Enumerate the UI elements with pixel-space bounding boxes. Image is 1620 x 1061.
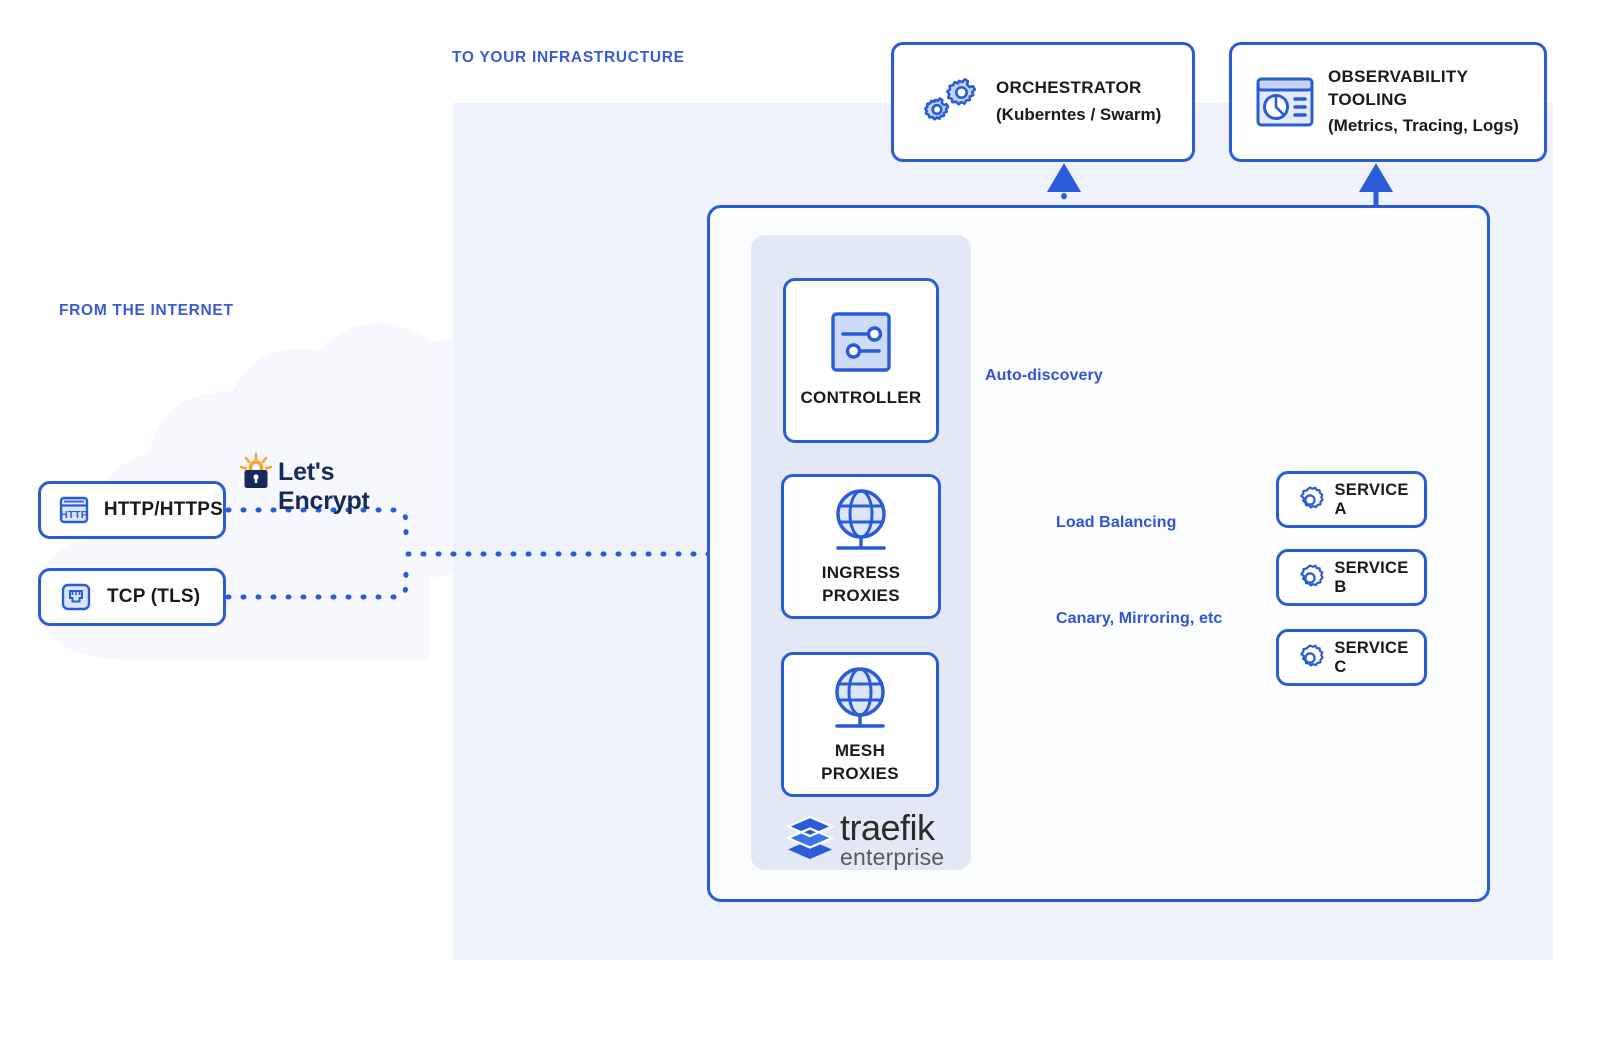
label-canary-mirroring: Canary, Mirroring, etc <box>1056 610 1223 627</box>
globe-icon <box>825 486 897 556</box>
label-to-your-infrastructure: TO YOUR INFRASTRUCTURE <box>452 49 685 66</box>
diagram-canvas: FROM THE INTERNET TO YOUR INFRASTRUCTURE… <box>0 0 1620 1061</box>
service-label: SERVICE A <box>1334 480 1409 518</box>
service-label: SERVICE C <box>1334 638 1409 676</box>
mesh-label-line1: MESH <box>834 740 886 760</box>
http-icon: HTTP <box>53 493 96 527</box>
label-auto-discovery: Auto-discovery <box>985 367 1103 384</box>
lets-encrypt-label: Let's Encrypt <box>278 458 370 515</box>
protocol-box-http[interactable]: HTTP HTTP/HTTPS <box>38 481 226 539</box>
traefik-edition: enterprise <box>840 844 945 870</box>
node-service-a[interactable]: SERVICE A <box>1276 471 1427 528</box>
controller-label: CONTROLLER <box>800 388 922 408</box>
orchestrator-title: ORCHESTRATOR <box>996 78 1142 98</box>
observability-title-line2: TOOLING <box>1328 89 1408 109</box>
observability-title: OBSERVABILITY <box>1328 66 1469 86</box>
node-controller[interactable]: CONTROLLER <box>783 278 939 443</box>
protocol-box-tcp[interactable]: TCP (TLS) <box>38 568 226 626</box>
mesh-label-line2: PROXIES <box>821 763 899 783</box>
sliders-icon <box>830 311 892 373</box>
node-orchestrator[interactable]: ORCHESTRATOR (Kuberntes / Swarm) <box>891 42 1195 162</box>
label-load-balancing: Load Balancing <box>1056 514 1177 531</box>
edge-tcp-to-ingress <box>225 559 409 600</box>
node-observability-tooling[interactable]: OBSERVABILITY TOOLING (Metrics, Tracing,… <box>1229 42 1547 162</box>
observability-subtitle: (Metrics, Tracing, Logs) <box>1328 116 1519 136</box>
dashboard-chart-icon <box>1250 73 1320 131</box>
gear-icon <box>1291 563 1328 593</box>
protocol-label: TCP (TLS) <box>107 586 201 607</box>
node-ingress-proxies[interactable]: INGRESS PROXIES <box>781 474 941 619</box>
ethernet-port-icon <box>53 580 99 614</box>
lets-encrypt-padlock-icon <box>239 452 273 488</box>
traefik-enterprise-logo: traefik enterprise <box>782 807 972 870</box>
gears-icon <box>914 73 986 131</box>
ingress-label-line2: PROXIES <box>822 585 900 605</box>
gear-icon <box>1291 643 1328 673</box>
protocol-label: HTTP/HTTPS <box>103 499 223 520</box>
node-mesh-proxies[interactable]: MESH PROXIES <box>781 652 939 797</box>
service-label: SERVICE B <box>1334 558 1409 596</box>
label-from-the-internet: FROM THE INTERNET <box>59 302 234 319</box>
svg-text:HTTP: HTTP <box>61 509 88 521</box>
traefik-wordmark: traefik <box>840 807 935 848</box>
node-service-b[interactable]: SERVICE B <box>1276 549 1427 606</box>
lets-encrypt-logo: Let's Encrypt <box>236 452 416 515</box>
orchestrator-subtitle: (Kuberntes / Swarm) <box>996 105 1162 124</box>
gear-icon <box>1291 485 1328 515</box>
traefik-layers-logo <box>785 815 835 859</box>
globe-icon <box>824 664 896 734</box>
node-service-c[interactable]: SERVICE C <box>1276 629 1427 686</box>
ingress-label-line1: INGRESS <box>821 562 901 582</box>
